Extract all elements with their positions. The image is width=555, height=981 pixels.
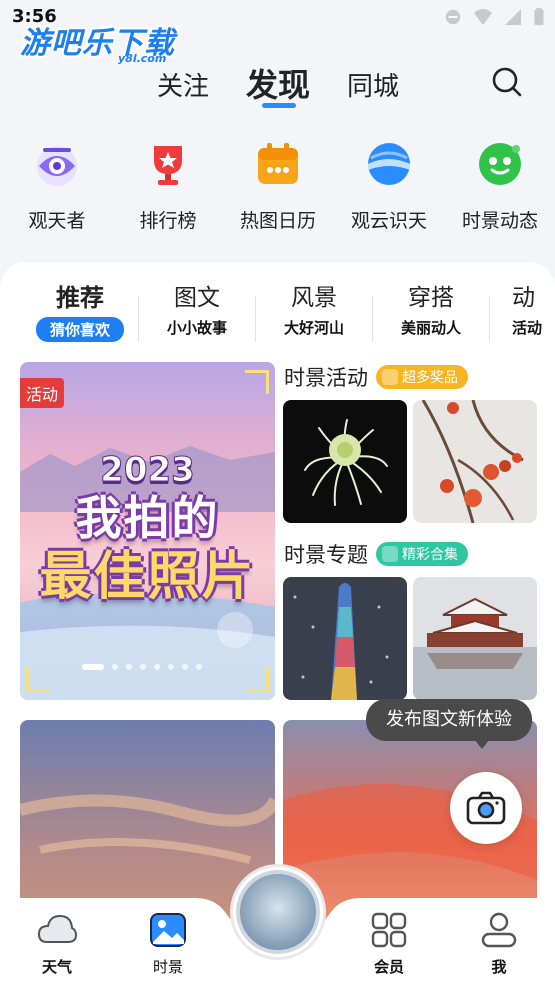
tab-follow[interactable]: 关注 [157,66,209,103]
quick-label: 时景动态 [461,210,538,232]
bottom-tab-member[interactable]: 会员 [354,912,424,977]
quick-label: 热图日历 [239,210,316,232]
center-weather-button[interactable] [233,867,323,957]
topic-thumb-palace[interactable] [413,577,537,700]
camera-icon [466,791,506,825]
planet-icon [479,143,521,185]
gift-icon [382,369,398,385]
palace-snow-photo [413,577,537,700]
bottom-tab-label: 会员 [373,958,404,976]
trophy-icon [154,146,182,185]
carousel-dot[interactable] [182,664,188,670]
grid-icon [371,912,407,948]
pill-label: 精彩合集 [402,547,458,563]
tooltip-tail [474,739,490,749]
activity-badge: 活动 [20,378,65,408]
divider [489,296,490,342]
carousel-dot[interactable] [168,664,174,670]
category-title: 图文 [174,285,220,311]
prize-pill: 超多奖品 [376,365,468,389]
topic-thumb-tower[interactable] [283,577,407,700]
carousel-dots [82,664,202,670]
quick-label: 排行榜 [139,210,197,232]
category-graphic[interactable]: 图文 小小故事 [139,278,255,339]
quick-item-observer[interactable]: 观天者 [2,140,112,233]
search-icon[interactable] [491,66,523,98]
grid-icon [382,546,398,562]
battery-icon [534,8,544,26]
sky-thumbnail [236,870,320,954]
quick-item-cloud-id[interactable]: 观云识天 [334,140,444,233]
publish-tooltip: 发布图文新体验 [366,699,532,741]
bottom-tab-label: 天气 [41,958,72,976]
bottom-nav: 天气 时景 会员 我 [0,867,555,981]
bottom-tab-me[interactable]: 我 [464,912,534,977]
tower-snow-photo [283,577,407,700]
top-nav: 关注 发现 同城 [0,58,555,114]
category-tabs: 推荐 猜你喜欢 图文 小小故事 风景 大好河山 穿搭 美丽动人 动 活动 [0,278,555,342]
category-sub: 大好河山 [283,319,344,337]
red-flower-photo [413,400,537,523]
frame-corner [245,668,269,692]
carousel-dot[interactable] [82,664,104,670]
carousel-dot[interactable] [126,664,132,670]
category-sub: 美丽动人 [400,319,461,337]
carousel-dot[interactable] [112,664,118,670]
collection-pill: 精彩合集 [376,542,468,566]
tab-discover[interactable]: 发现 [246,60,310,106]
category-title: 穿搭 [408,285,454,311]
section-title: 时景活动 [284,366,368,390]
quick-label: 观云识天 [350,210,427,232]
category-title: 风景 [291,285,337,311]
cellular-signal-icon [505,9,521,25]
frame-corner [26,668,50,692]
topic-section-header[interactable]: 时景专题 精彩合集 [284,539,468,569]
status-bar: 3:56 游吧乐下载 y8l.com [0,0,555,65]
banner-headline-2: 最佳照片 [39,547,256,607]
eye-icon [37,146,77,186]
category-title: 动 [512,285,535,311]
category-outfit[interactable]: 穿搭 美丽动人 [373,278,489,339]
category-sub: 小小故事 [166,319,227,337]
activity-section-header[interactable]: 时景活动 超多奖品 [284,362,468,392]
activity-thumb-chrysanthemum[interactable] [283,400,407,523]
quick-item-dynamics[interactable]: 时景动态 [445,140,555,233]
status-icons [443,8,545,26]
cloud-globe-icon [368,143,410,185]
chrysanthemum-photo [283,400,407,523]
activity-banner[interactable]: 活动 2023 我拍的 最佳照片 [20,362,275,700]
category-more[interactable]: 动 活动 [512,278,555,339]
quick-label: 观天者 [28,210,86,232]
calendar-icon [258,143,298,184]
bottom-tab-label: 我 [491,958,507,976]
activity-thumb-flowers[interactable] [413,400,537,523]
category-scenery[interactable]: 风景 大好河山 [256,278,372,339]
frame-corner [245,370,269,394]
picture-icon [150,913,186,947]
wifi-icon [474,9,492,25]
carousel-dot[interactable] [196,664,202,670]
camera-button[interactable] [450,772,522,844]
quick-item-ranking[interactable]: 排行榜 [113,140,223,233]
category-recommend[interactable]: 推荐 猜你喜欢 [22,278,138,342]
bottom-tab-label: 时景 [152,958,183,976]
bottom-tab-scenery[interactable]: 时景 [133,912,203,977]
bottom-tab-weather[interactable]: 天气 [22,912,92,977]
quick-item-calendar[interactable]: 热图日历 [223,140,333,233]
category-sub: 猜你喜欢 [35,317,124,342]
do-not-disturb-icon [445,9,461,25]
carousel-dot[interactable] [154,664,160,670]
carousel-dot[interactable] [140,664,146,670]
active-tab-indicator [262,103,296,108]
section-title: 时景专题 [284,543,368,567]
user-icon [481,912,517,948]
category-title: 推荐 [56,284,104,312]
tab-local[interactable]: 同城 [347,66,399,103]
pill-label: 超多奖品 [402,370,458,386]
category-sub: 活动 [512,319,543,337]
quick-entries: 观天者 排行榜 热图日历 观云识天 时景动态 [0,140,555,240]
cloud-icon [37,914,78,943]
